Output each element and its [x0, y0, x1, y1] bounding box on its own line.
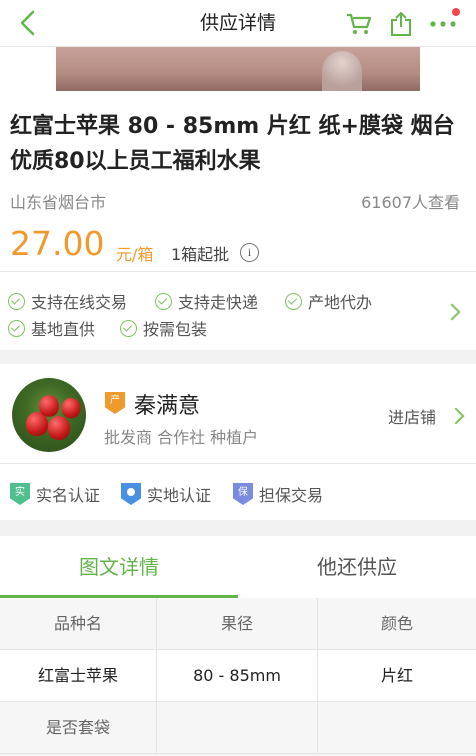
seller-tags: 批发商 合作社 种植户 [104, 428, 259, 447]
info-icon[interactable]: i [240, 243, 259, 262]
seller-card[interactable]: 产 秦满意 批发商 合作社 种植户 进店铺 [0, 364, 476, 464]
spec-header-empty [318, 702, 476, 754]
spec-value-variety: 红富士苹果 [0, 650, 157, 702]
tab-detail[interactable]: 图文详情 [0, 536, 238, 598]
spec-header-variety: 品种名 [0, 598, 157, 650]
product-info: 红富士苹果 80 - 85mm 片红 纸+膜袋 烟台优质80以上员工福利水果 山… [0, 91, 476, 350]
spec-header-empty [157, 702, 318, 754]
spec-value-diameter: 80 - 85mm [157, 650, 318, 702]
more-button[interactable] [428, 8, 460, 38]
cert-real-name: 实 实名认证 [10, 482, 100, 506]
producer-badge-icon: 产 [105, 392, 125, 414]
certifications: 实 实名认证 实地认证 保 担保交易 [0, 464, 476, 520]
divider [0, 271, 476, 272]
feature-online-trade: 支持在线交易 [8, 289, 127, 313]
check-icon [285, 292, 302, 310]
share-button[interactable] [387, 10, 415, 38]
check-icon [8, 319, 25, 337]
price: 27.00 [10, 224, 105, 263]
cart-button[interactable] [345, 10, 373, 38]
product-image-carousel[interactable] [0, 47, 476, 91]
spec-header-bagged: 是否套袋 [0, 702, 157, 754]
check-icon [155, 292, 172, 310]
feature-express: 支持走快递 [155, 289, 258, 313]
chevron-right-icon[interactable] [443, 303, 461, 321]
real-name-icon: 实 [10, 483, 30, 505]
check-icon [8, 292, 25, 310]
product-location: 山东省烟台市 [10, 193, 107, 212]
notification-dot [452, 8, 460, 16]
cart-icon [347, 13, 372, 34]
location-pin-icon [121, 483, 141, 505]
product-title: 红富士苹果 80 - 85mm 片红 纸+膜袋 烟台优质80以上员工福利水果 [10, 114, 455, 174]
feature-direct-supply: 基地直供 [8, 316, 95, 340]
cert-site: 实地认证 [121, 482, 211, 506]
seller-name: 秦满意 [134, 394, 201, 419]
guarantee-icon: 保 [233, 483, 253, 505]
feature-custom-pack: 按需包装 [120, 316, 207, 340]
cert-guarantee: 保 担保交易 [233, 482, 323, 506]
check-icon [120, 319, 137, 337]
product-image [56, 47, 420, 91]
chevron-right-icon[interactable] [447, 407, 465, 425]
tab-other-supply[interactable]: 他还供应 [238, 536, 476, 598]
top-bar: 供应详情 [0, 0, 476, 47]
seller-avatar[interactable] [12, 378, 86, 452]
spec-header-diameter: 果径 [157, 598, 318, 650]
view-count: 61607人查看 [361, 193, 460, 212]
detail-tabs: 图文详情 他还供应 [0, 536, 476, 598]
feature-origin-agent: 产地代办 [285, 289, 372, 313]
spec-header-color: 颜色 [318, 598, 476, 650]
share-icon [391, 11, 411, 36]
more-icon [430, 21, 456, 27]
price-unit: 元/箱 [116, 245, 154, 264]
enter-shop-link[interactable]: 进店铺 [388, 404, 436, 428]
spec-value-color: 片红 [318, 650, 476, 702]
min-order: 1箱起批 [171, 245, 230, 264]
